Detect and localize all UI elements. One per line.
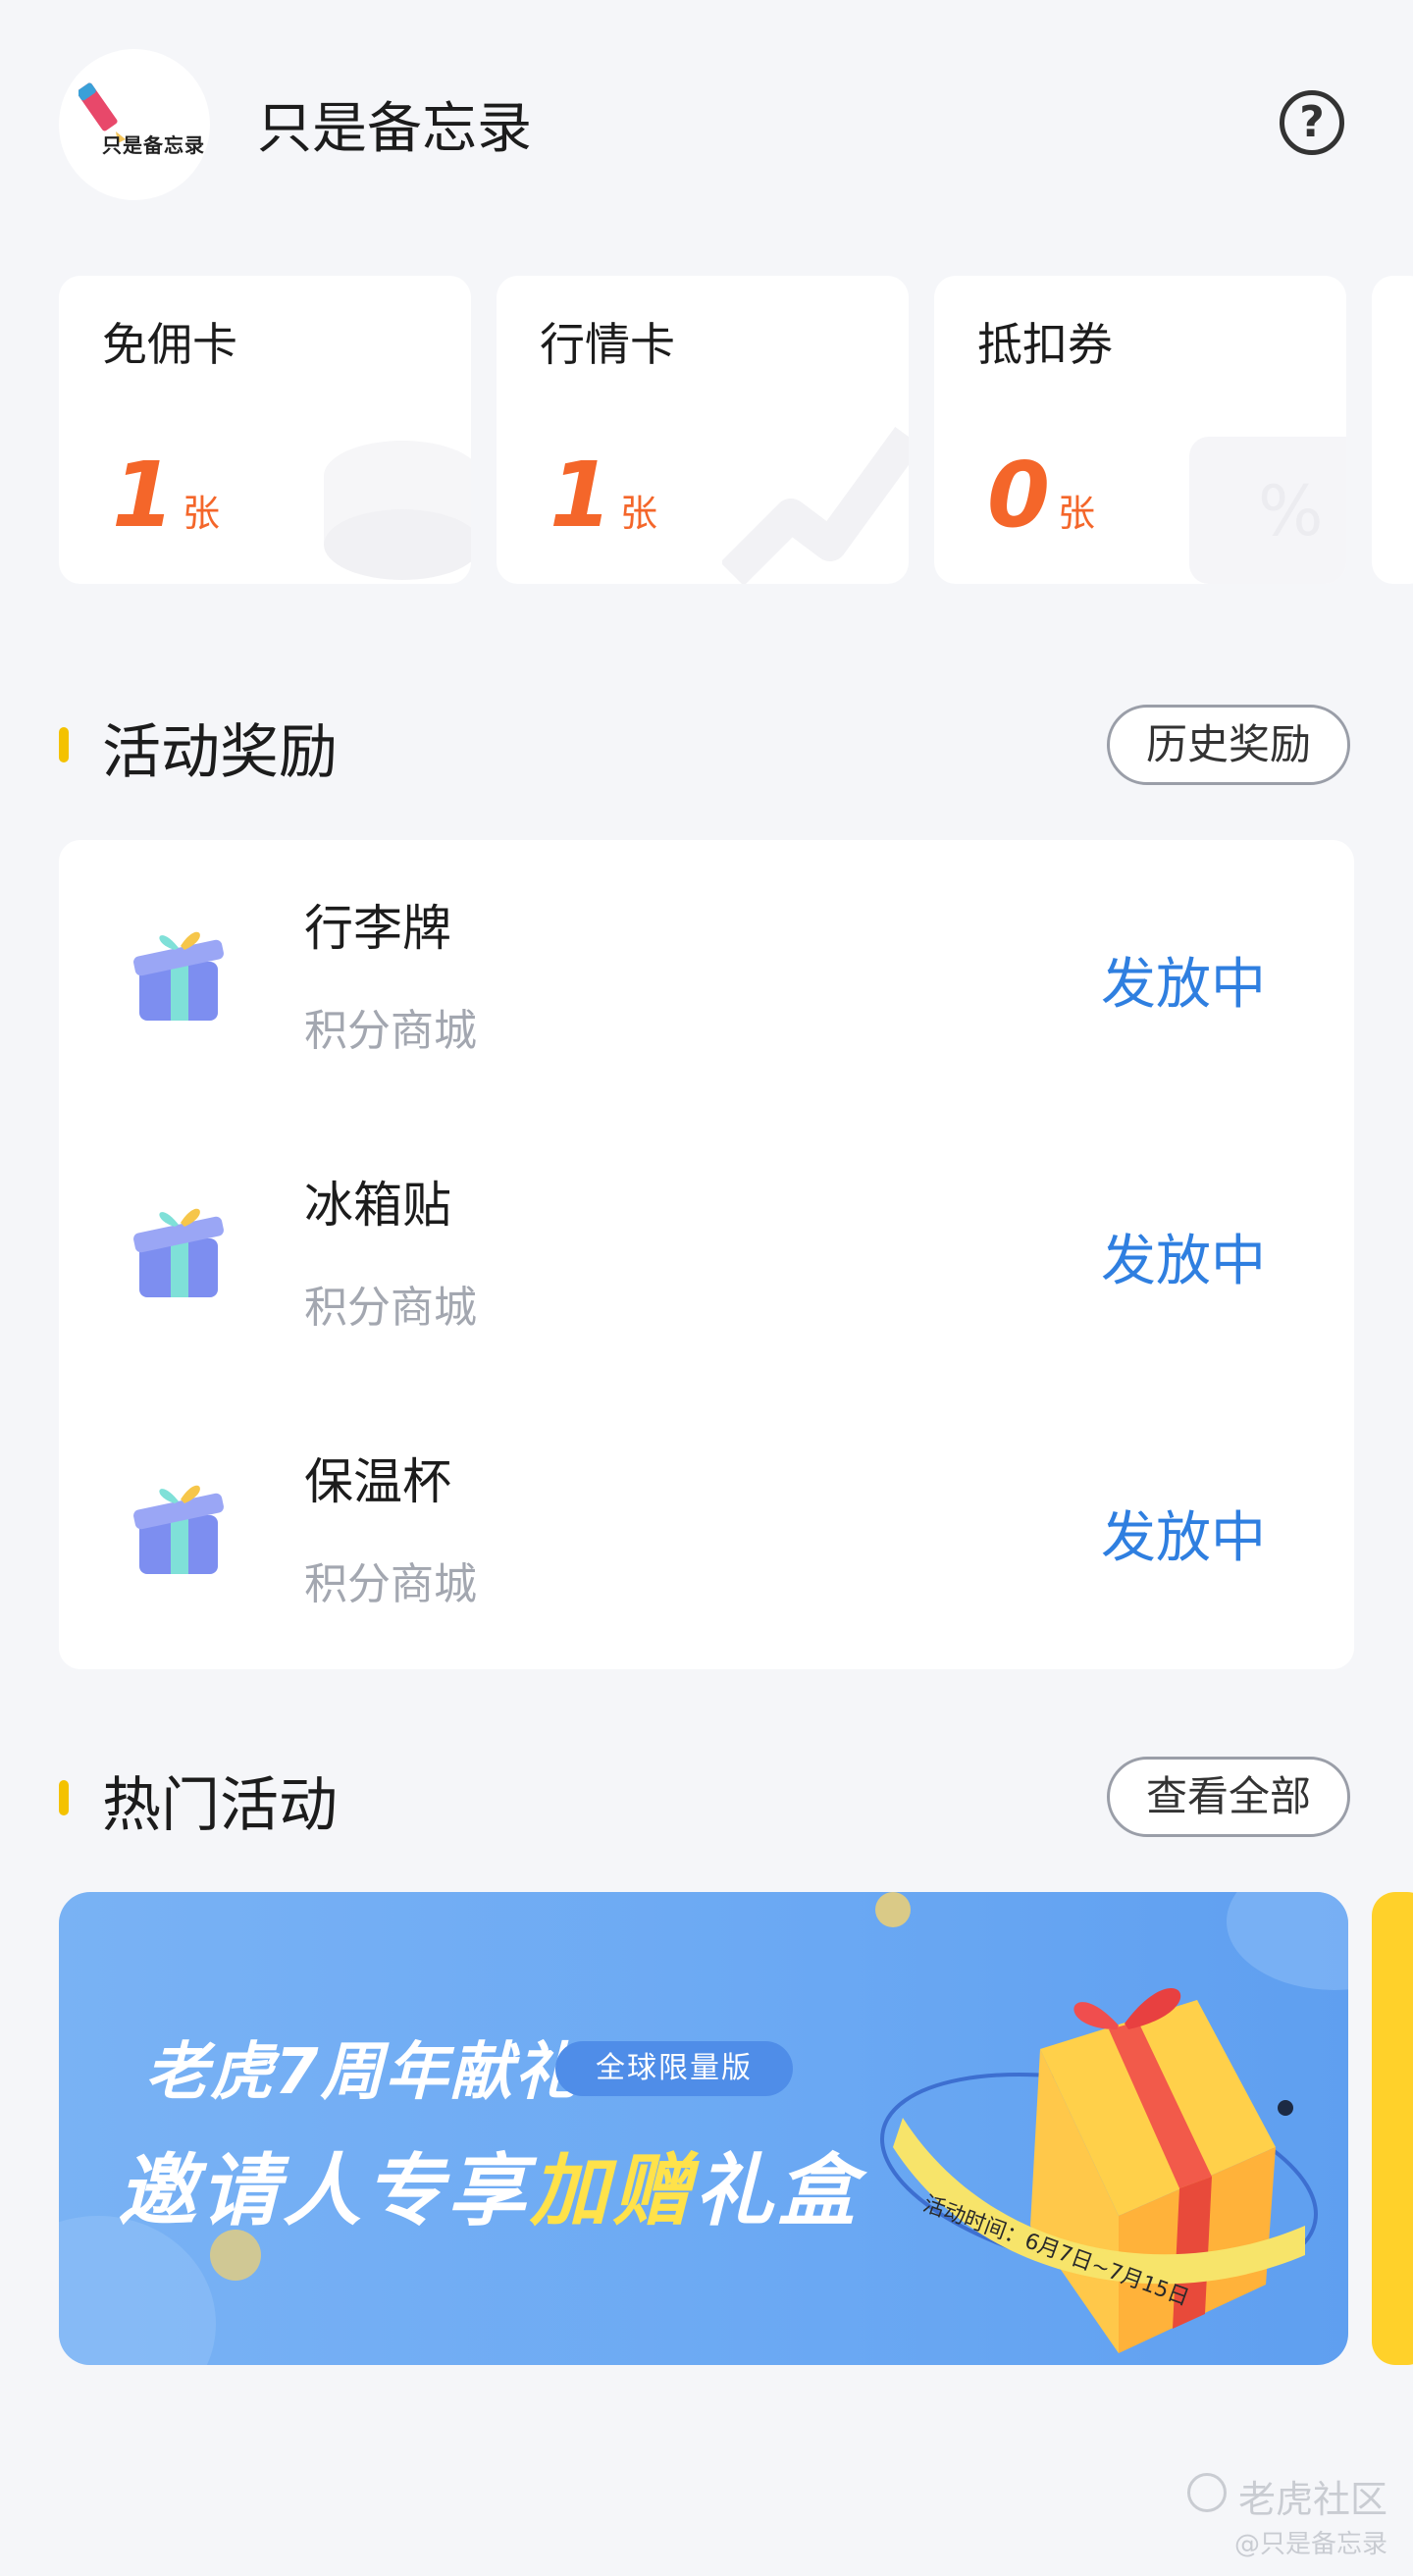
watermark-handle: @只是备忘录 (1234, 2530, 1388, 2559)
help-icon[interactable]: ? (1280, 90, 1344, 155)
reward-source: 积分商城 (304, 1559, 477, 1609)
gift-box-icon (133, 931, 224, 1021)
card-count-unit: 张 (1058, 492, 1096, 535)
svg-text:%: % (1258, 471, 1324, 552)
coin-stack-icon (324, 441, 471, 580)
gift-box-icon (133, 1208, 224, 1297)
gift-box-icon (133, 1485, 224, 1574)
reward-source: 积分商城 (304, 1283, 477, 1333)
section-title-hot: 热门活动 (102, 1771, 338, 1840)
card-market-data[interactable]: 行情卡 1张 (497, 276, 909, 584)
card-count-unit: 张 (183, 492, 221, 535)
card-commission-free[interactable]: 免佣卡 1张 (59, 276, 471, 584)
banner-tag: 全球限量版 (555, 2041, 793, 2096)
gift-box-illustration (880, 1988, 1318, 2353)
card-count: 0张 (987, 443, 1095, 548)
reward-name: 冰箱贴 (304, 1177, 451, 1234)
community-logo-icon (1187, 2473, 1227, 2512)
card-count: 1张 (550, 443, 657, 548)
promo-banner[interactable]: 老虎7周年献礼 全球限量版 邀请人专享加赠礼盒 活动时间：6月7日~7月15日 (59, 1892, 1348, 2365)
section-title-rewards: 活动奖励 (102, 718, 338, 787)
section-marker (59, 1780, 69, 1815)
section-marker (59, 727, 69, 762)
rewards-panel: 行李牌 积分商城 发放中 冰箱贴 积分商城 发放中 保温杯 积分商城 发放中 (59, 840, 1354, 1669)
card-title: 抵扣券 (977, 318, 1113, 371)
banner-subheadline-a: 邀请人专享 (118, 2145, 530, 2236)
history-rewards-button[interactable]: 历史奖励 (1107, 705, 1350, 785)
reward-item[interactable]: 保温杯 积分商城 发放中 (59, 1393, 1354, 1670)
reward-name: 行李牌 (304, 900, 451, 957)
card-count: 1张 (112, 443, 220, 548)
banner-headline: 老虎7周年献礼 (145, 2036, 580, 2109)
reward-item[interactable]: 冰箱贴 积分商城 发放中 (59, 1117, 1354, 1393)
watermark-brand: 老虎社区 (1238, 2478, 1388, 2521)
trend-chart-icon (722, 427, 909, 584)
view-all-button[interactable]: 查看全部 (1107, 1757, 1350, 1837)
reward-status: 发放中 (1101, 953, 1266, 1017)
card-peek (1372, 276, 1413, 584)
card-count-number: 0 (987, 443, 1051, 548)
reward-name: 保温杯 (304, 1453, 451, 1510)
card-title: 免佣卡 (102, 318, 237, 371)
avatar[interactable]: 只是备忘录 (59, 49, 210, 200)
banner-subheadline-b: 加赠 (530, 2145, 695, 2236)
avatar-text: 只是备忘录 (102, 133, 205, 157)
coupon-icon: % (1189, 437, 1346, 584)
reward-source: 积分商城 (304, 1006, 477, 1056)
card-count-number: 1 (112, 443, 176, 548)
card-count-number: 1 (550, 443, 613, 548)
banner-subheadline: 邀请人专享加赠礼盒 (118, 2128, 860, 2241)
card-coupon[interactable]: 抵扣券 0张 % (934, 276, 1346, 584)
card-title: 行情卡 (540, 318, 675, 371)
reward-status: 发放中 (1101, 1230, 1266, 1293)
banner-peek (1372, 1892, 1413, 2365)
banner-subheadline-c: 礼盒 (695, 2145, 860, 2236)
reward-status: 发放中 (1101, 1506, 1266, 1570)
reward-item[interactable]: 行李牌 积分商城 发放中 (59, 840, 1354, 1117)
card-count-unit: 张 (620, 492, 658, 535)
username: 只是备忘录 (257, 97, 532, 161)
